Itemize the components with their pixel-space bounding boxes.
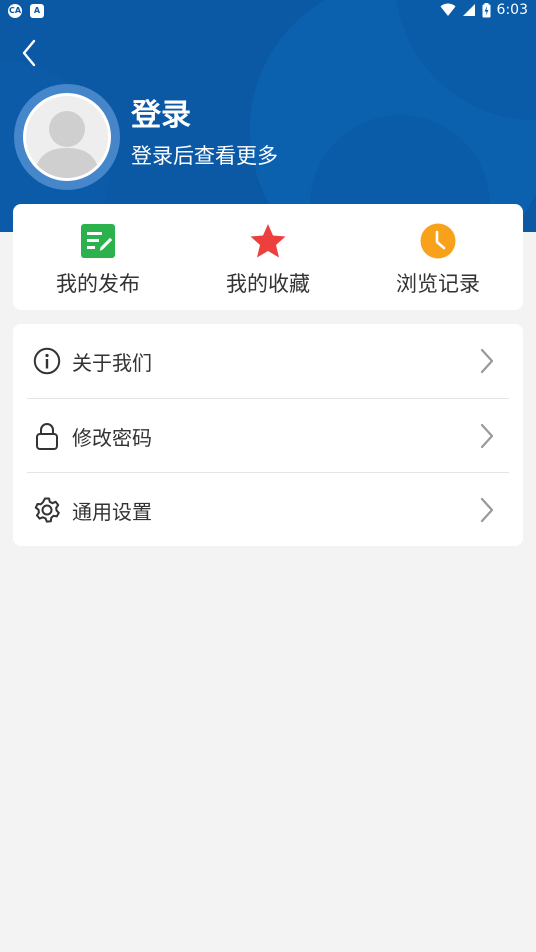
star-icon: [250, 224, 286, 258]
menu-item-change-password[interactable]: 修改密码: [27, 399, 509, 473]
quick-actions-card: 我的发布 我的收藏 浏览记录: [13, 204, 523, 310]
status-bar: CA A 6:03: [0, 0, 536, 24]
quick-action-label: 浏览记录: [396, 272, 480, 296]
clock-icon: [420, 223, 456, 259]
gear-icon: [34, 497, 60, 523]
login-subtitle: 登录后查看更多: [131, 144, 278, 168]
chevron-right-icon: [480, 423, 494, 449]
avatar-image: [23, 93, 111, 181]
menu-item-label: 修改密码: [72, 425, 152, 450]
settings-menu-card: 关于我们 修改密码 通用设置: [13, 324, 523, 546]
wifi-icon: [440, 3, 456, 16]
user-placeholder-icon: [34, 111, 100, 178]
lock-icon: [36, 423, 58, 450]
quick-action-label: 我的发布: [56, 272, 140, 296]
menu-item-label: 关于我们: [72, 350, 152, 375]
menu-item-general-settings[interactable]: 通用设置: [27, 473, 509, 547]
chevron-right-icon: [480, 497, 494, 523]
notification-icon: CA: [8, 4, 22, 18]
chevron-right-icon: [480, 348, 494, 374]
notification-icon: A: [30, 4, 44, 18]
my-posts-button[interactable]: 我的发布: [13, 204, 183, 310]
my-favorites-button[interactable]: 我的收藏: [183, 204, 353, 310]
login-title[interactable]: 登录: [131, 90, 191, 134]
edit-icon: [81, 224, 115, 258]
back-button[interactable]: [14, 38, 44, 68]
menu-item-label: 通用设置: [72, 499, 152, 524]
info-icon: [33, 347, 61, 375]
menu-item-about-us[interactable]: 关于我们: [27, 324, 509, 398]
browsing-history-button[interactable]: 浏览记录: [353, 204, 523, 310]
status-time: 6:03: [496, 2, 528, 18]
quick-action-label: 我的收藏: [226, 272, 310, 296]
signal-icon: [462, 4, 475, 16]
battery-icon: [482, 2, 491, 17]
chevron-left-icon: [22, 39, 36, 67]
avatar[interactable]: [14, 84, 120, 190]
